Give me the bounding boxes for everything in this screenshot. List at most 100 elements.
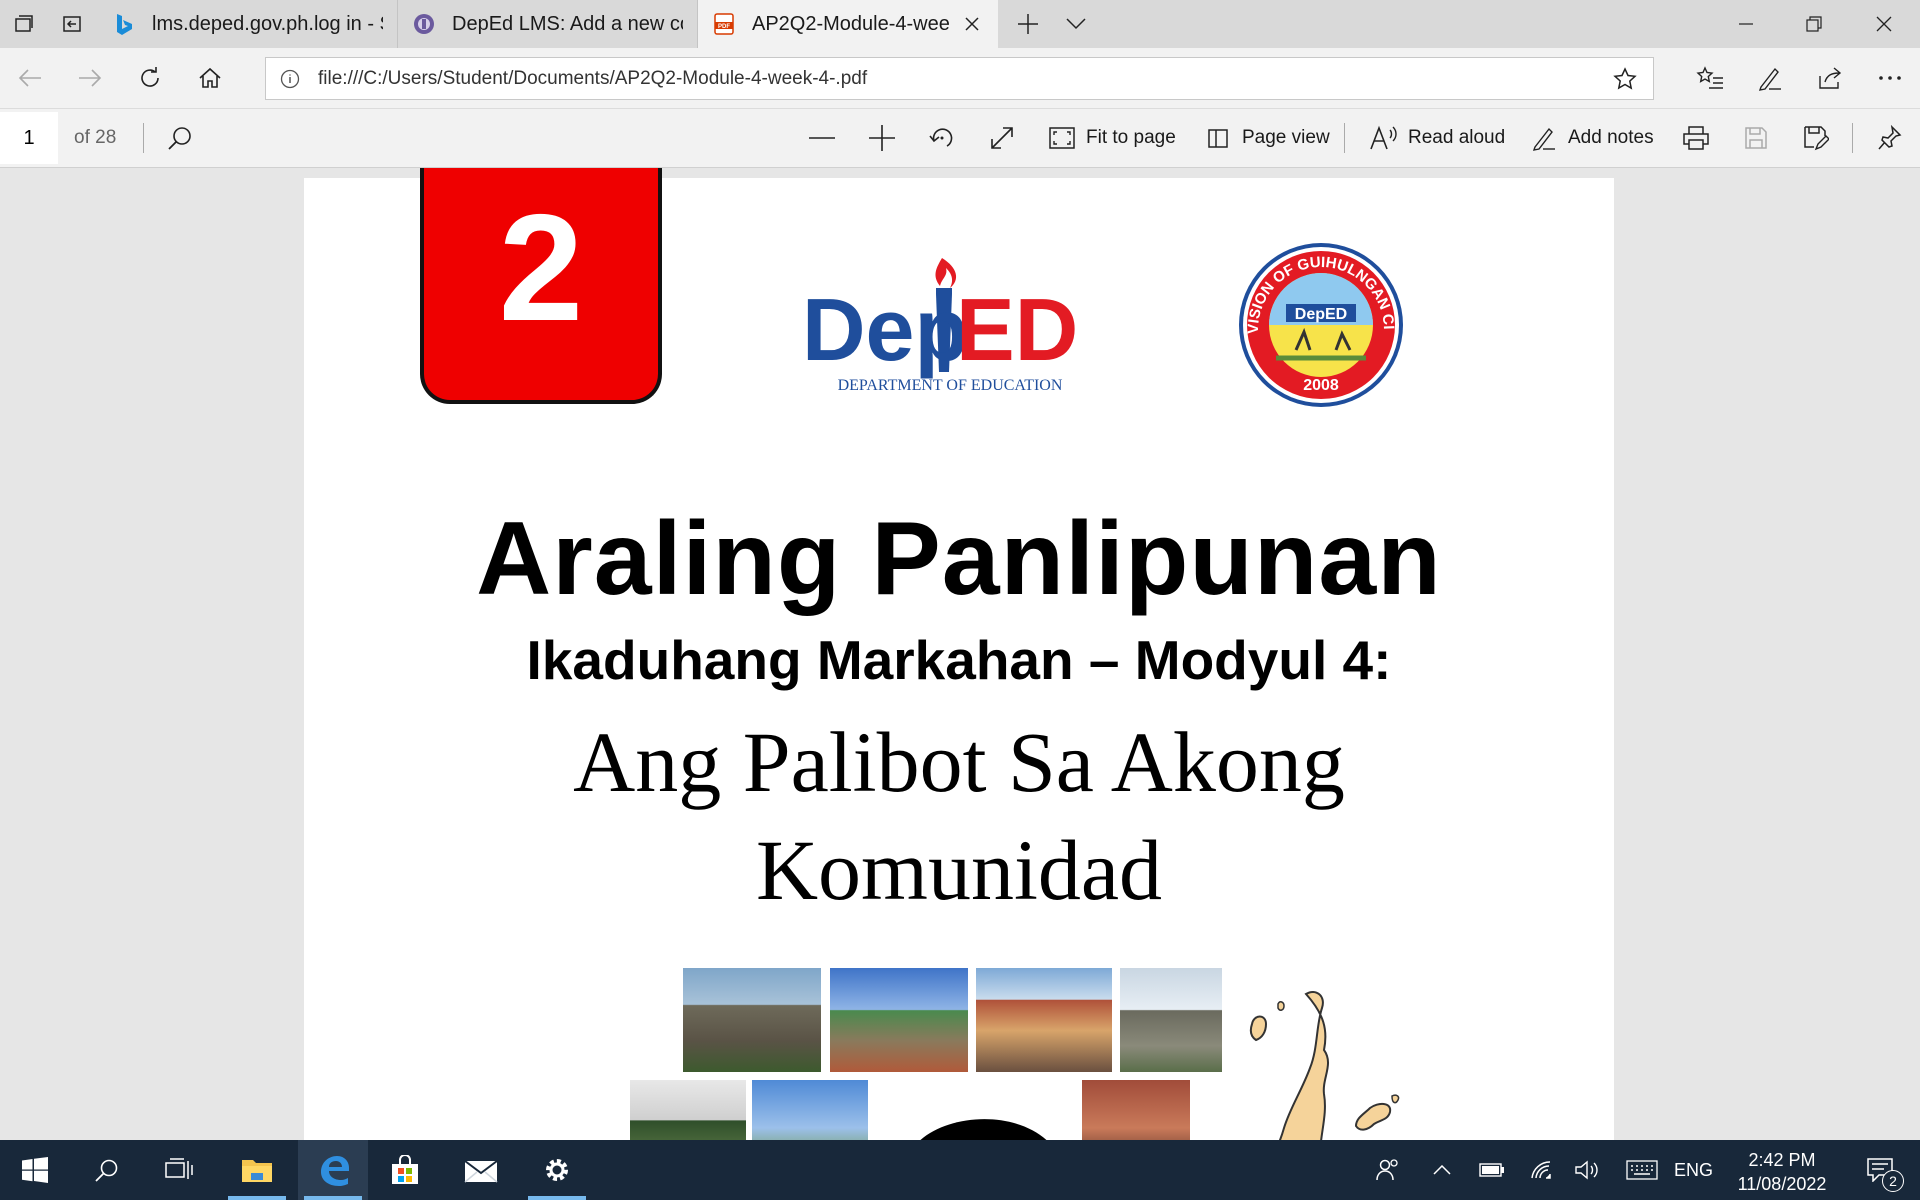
people-button[interactable] (1366, 1140, 1410, 1200)
search-taskbar-button[interactable] (72, 1140, 142, 1200)
pdf-toolbar: 1 of 28 Fit to page Page view Read aloud… (0, 108, 1920, 168)
home-button[interactable] (186, 54, 234, 102)
address-url[interactable]: file:///C:/Users/Student/Documents/AP2Q2… (314, 68, 1597, 90)
home-icon (199, 67, 221, 88)
subject-title: Araling Panlipunan (476, 501, 1442, 617)
share-button[interactable] (1806, 54, 1854, 102)
task-view-icon (165, 1158, 193, 1179)
svg-text:PDF: PDF (718, 24, 730, 30)
network-button[interactable] (1522, 1140, 1562, 1200)
pen-icon (1530, 124, 1558, 152)
file-explorer-button[interactable] (222, 1140, 292, 1200)
store-icon (392, 1155, 418, 1184)
minus-icon (808, 124, 836, 152)
page-view-button[interactable]: Page view (1204, 109, 1330, 167)
save-as-button[interactable] (1802, 109, 1830, 167)
more-dots-icon (1879, 76, 1901, 80)
zoom-in-button[interactable] (868, 109, 896, 167)
mail-button[interactable] (446, 1140, 516, 1200)
share-icon (1819, 67, 1842, 89)
start-button[interactable] (0, 1140, 70, 1200)
gear-icon (546, 1159, 568, 1181)
settings-more-button[interactable] (1866, 54, 1914, 102)
page-number-input[interactable]: 1 (0, 112, 58, 164)
minimize-icon (1739, 23, 1753, 25)
rotate-icon (928, 124, 956, 152)
search-icon (95, 1159, 118, 1182)
fit-to-page-button[interactable]: Fit to page (1048, 109, 1176, 167)
add-notes-label: Add notes (1568, 127, 1654, 148)
read-aloud-label: Read aloud (1408, 127, 1506, 148)
deped-lms-icon (412, 12, 436, 36)
settings-button[interactable] (522, 1140, 592, 1200)
new-tab-button[interactable] (1004, 0, 1052, 48)
tab-preview-button[interactable] (1052, 0, 1100, 48)
favorite-star-icon[interactable] (1597, 58, 1653, 99)
running-indicator (304, 1196, 362, 1200)
grade-badge: 2 (420, 168, 662, 404)
topic-line-1: Ang Palibot Sa Akong (573, 714, 1345, 810)
forward-button[interactable] (66, 54, 114, 102)
show-hidden-icons-button[interactable] (1422, 1140, 1462, 1200)
edge-button[interactable] (298, 1140, 368, 1200)
print-button[interactable] (1682, 109, 1710, 167)
store-button[interactable] (370, 1140, 440, 1200)
restore-button[interactable] (1780, 0, 1848, 48)
web-note-button[interactable] (1746, 54, 1794, 102)
topic-line-2: Komunidad (755, 822, 1163, 918)
tab-deped-lms[interactable]: DepEd LMS: Add a new cou (398, 0, 698, 48)
task-view-button[interactable] (144, 1140, 214, 1200)
page-view-icon (1204, 124, 1232, 152)
system-clock[interactable]: 2:42 PM 11/08/2022 (1726, 1148, 1838, 1196)
guitars-photo (1082, 1080, 1190, 1140)
tab-lms-login[interactable]: lms.deped.gov.ph.log in - Se (98, 0, 398, 48)
pdf-icon: PDF (712, 12, 736, 36)
save-button[interactable] (1742, 109, 1770, 167)
save-icon (1742, 124, 1770, 152)
info-icon[interactable] (266, 58, 314, 99)
clock-time: 2:42 PM (1748, 1150, 1816, 1170)
full-screen-button[interactable] (988, 109, 1016, 167)
search-button[interactable] (166, 109, 194, 167)
address-bar[interactable]: file:///C:/Users/Student/Documents/AP2Q2… (265, 57, 1654, 100)
zoom-out-button[interactable] (808, 109, 836, 167)
edge-icon (321, 1156, 349, 1186)
back-button[interactable] (6, 54, 54, 102)
rotate-button[interactable] (928, 109, 956, 167)
divider (143, 123, 144, 153)
fit-to-page-label: Fit to page (1086, 127, 1176, 148)
favorites-button[interactable] (1686, 54, 1734, 102)
running-indicator (228, 1196, 286, 1200)
svg-text:2008: 2008 (1303, 377, 1339, 394)
close-tab-icon[interactable] (960, 12, 984, 36)
page-view-label: Page view (1242, 127, 1330, 148)
minimize-button[interactable] (1712, 0, 1780, 48)
pdf-page: 2 Dep ED DEPARTMENT OF EDUCATION DepED D… (304, 168, 1614, 1140)
pdf-viewer[interactable]: 2 Dep ED DEPARTMENT OF EDUCATION DepED D… (0, 168, 1920, 1140)
read-aloud-button[interactable]: Read aloud (1370, 109, 1505, 167)
set-tabs-aside-button[interactable] (48, 0, 96, 48)
close-icon (1876, 16, 1892, 32)
touch-keyboard-button[interactable] (1618, 1140, 1666, 1200)
monument-photo (1120, 968, 1222, 1072)
pin-toolbar-button[interactable] (1876, 109, 1904, 167)
deped-logo: Dep ED DEPARTMENT OF EDUCATION (802, 258, 1078, 394)
close-window-button[interactable] (1850, 0, 1918, 48)
plus-icon (1018, 14, 1038, 34)
battery-button[interactable] (1472, 1140, 1512, 1200)
fort-photo (683, 968, 821, 1072)
svg-text:ED: ED (956, 280, 1078, 379)
tab-manager-button[interactable] (0, 0, 48, 48)
tab-pdf-active[interactable]: PDF AP2Q2-Module-4-week (698, 0, 998, 48)
volume-button[interactable] (1568, 1140, 1608, 1200)
marker-photo (630, 1080, 746, 1140)
add-notes-button[interactable]: Add notes (1530, 109, 1654, 167)
action-center-button[interactable]: 2 (1852, 1140, 1908, 1200)
bing-icon (112, 12, 136, 36)
folder-icon (242, 1160, 272, 1182)
chevron-up-icon (1433, 1165, 1451, 1175)
favorites-list-icon (1696, 66, 1723, 89)
input-language[interactable]: ENG (1674, 1140, 1713, 1200)
save-as-icon (1802, 124, 1830, 152)
refresh-button[interactable] (126, 54, 174, 102)
